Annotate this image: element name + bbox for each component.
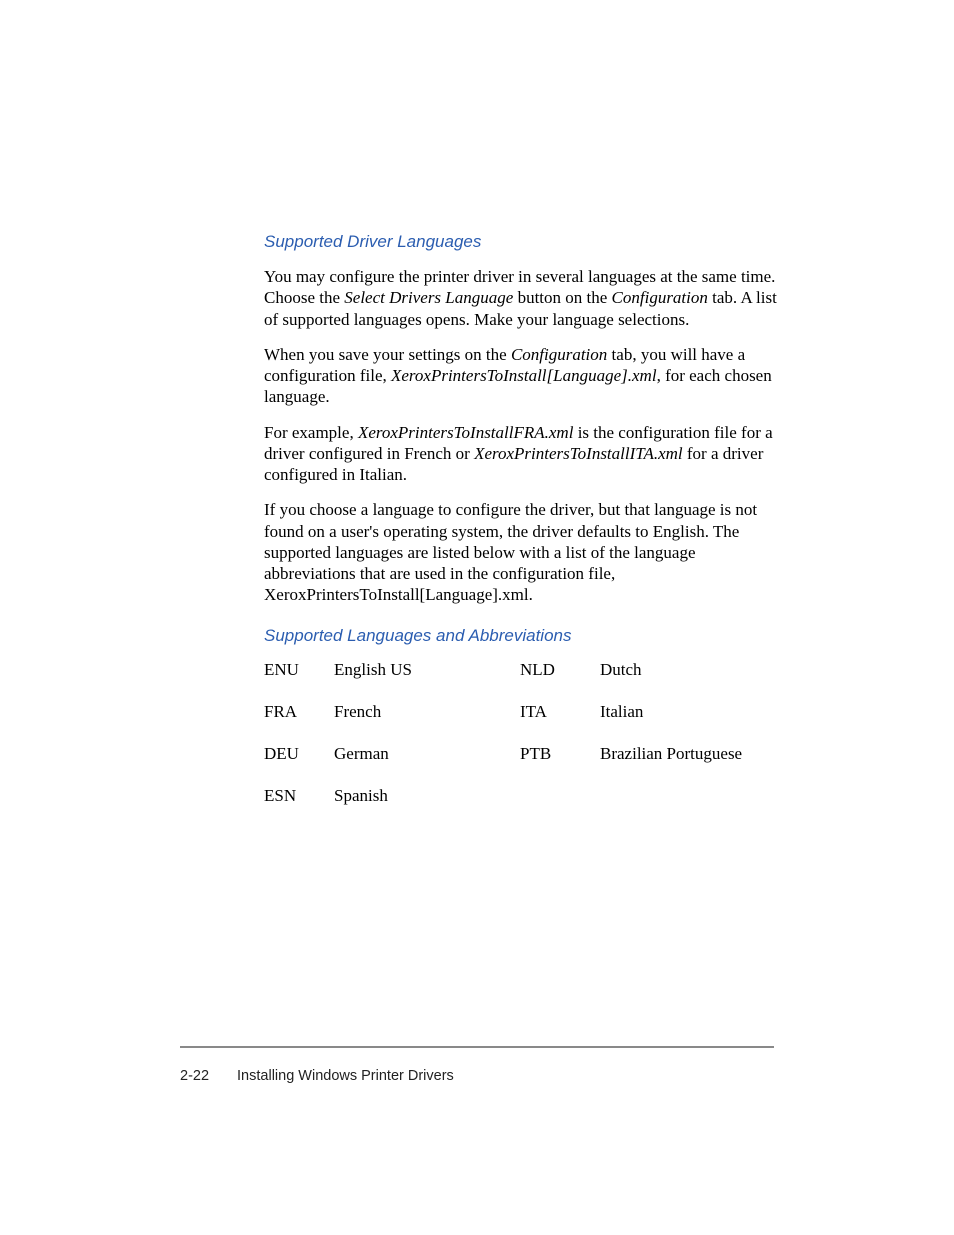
table-row: DEU German PTB Brazilian Portuguese — [264, 744, 780, 764]
text-italic: XeroxPrintersToInstallFRA.xml — [358, 423, 573, 442]
text-italic: Configuration — [612, 288, 708, 307]
lang-abbr: NLD — [520, 660, 600, 680]
footer-title: Installing Windows Printer Drivers — [237, 1068, 454, 1084]
lang-name: English US — [334, 660, 520, 680]
main-content: Supported Driver Languages You may confi… — [264, 232, 780, 828]
lang-abbr: ITA — [520, 702, 600, 722]
lang-name: Brazilian Portuguese — [600, 744, 780, 764]
paragraph-intro: You may configure the printer driver in … — [264, 266, 780, 330]
lang-abbr: DEU — [264, 744, 334, 764]
page-footer: 2-22 Installing Windows Printer Drivers — [180, 1068, 454, 1084]
text-run: button on the — [513, 288, 611, 307]
language-table: ENU English US NLD Dutch FRA French ITA … — [264, 660, 780, 806]
lang-name: Dutch — [600, 660, 780, 680]
lang-abbr: FRA — [264, 702, 334, 722]
text-run: When you save your settings on the — [264, 345, 511, 364]
text-italic: Configuration — [511, 345, 607, 364]
document-page: Supported Driver Languages You may confi… — [0, 0, 954, 1235]
text-run: For example, — [264, 423, 358, 442]
lang-abbr: PTB — [520, 744, 600, 764]
paragraph-save: When you save your settings on the Confi… — [264, 344, 780, 408]
text-italic: XeroxPrintersToInstall[Language].xml — [391, 366, 657, 385]
lang-abbr: ESN — [264, 786, 334, 806]
text-italic: Select Drivers Language — [344, 288, 513, 307]
lang-name: Italian — [600, 702, 780, 722]
lang-name: German — [334, 744, 520, 764]
heading-supported-languages-abbrev: Supported Languages and Abbreviations — [264, 626, 780, 646]
table-row: ENU English US NLD Dutch — [264, 660, 780, 680]
footer-rule — [180, 1046, 774, 1048]
lang-abbr: ENU — [264, 660, 334, 680]
table-row: FRA French ITA Italian — [264, 702, 780, 722]
lang-name: French — [334, 702, 520, 722]
lang-name — [600, 786, 780, 806]
paragraph-fallback: If you choose a language to configure th… — [264, 499, 780, 605]
page-number: 2-22 — [180, 1068, 209, 1084]
table-row: ESN Spanish — [264, 786, 780, 806]
heading-supported-driver-languages: Supported Driver Languages — [264, 232, 780, 252]
paragraph-example: For example, XeroxPrintersToInstallFRA.x… — [264, 422, 780, 486]
lang-name: Spanish — [334, 786, 520, 806]
text-italic: XeroxPrintersToInstallITA.xml — [474, 444, 683, 463]
lang-abbr — [520, 786, 600, 806]
